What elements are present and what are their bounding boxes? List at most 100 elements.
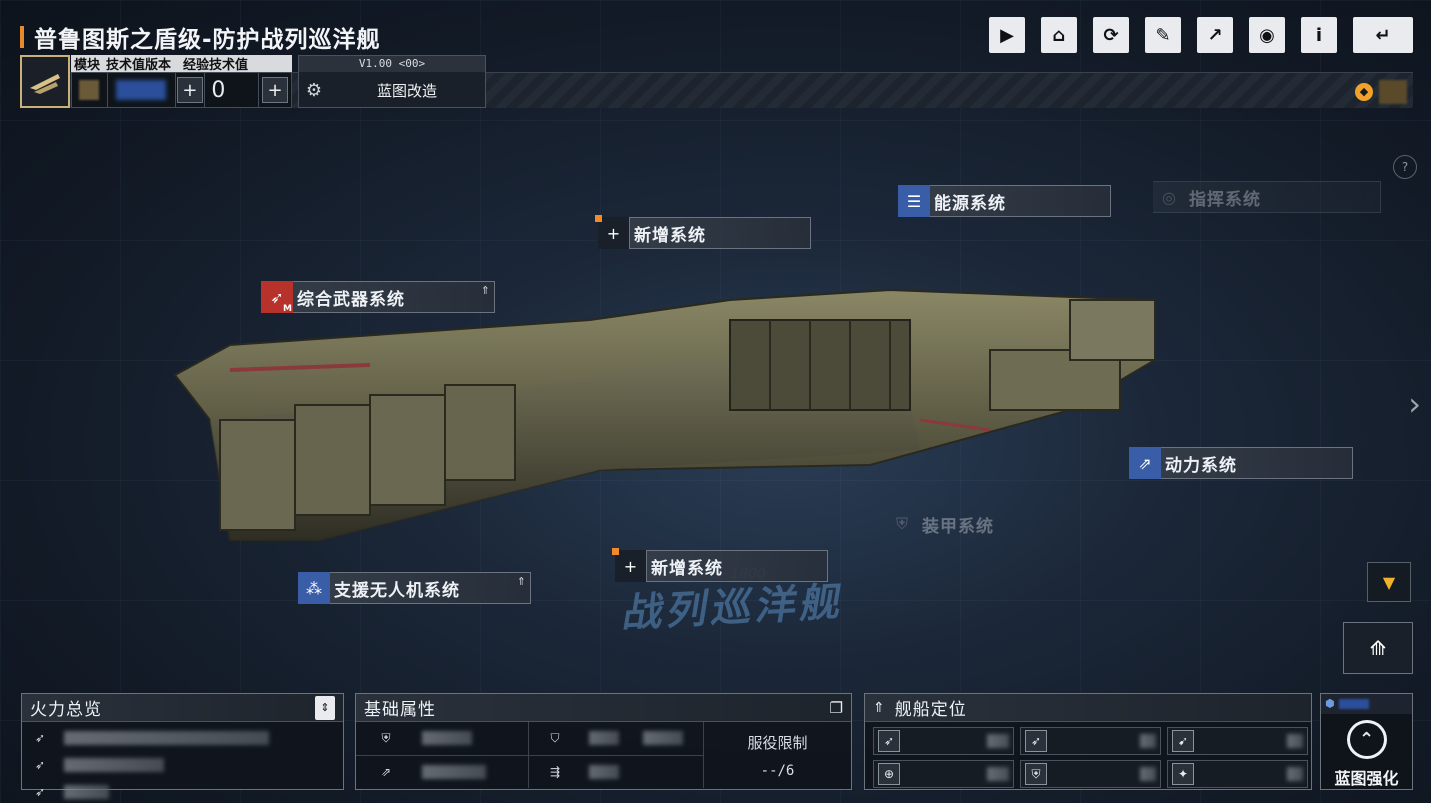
firepower-row: ➶ bbox=[30, 755, 335, 775]
system-command-label: 指挥系统 bbox=[1189, 189, 1261, 210]
missile-icon: ➶ bbox=[34, 785, 46, 799]
rank-button[interactable]: ⟰ bbox=[1343, 622, 1413, 674]
power-icon: ⇗ bbox=[1129, 447, 1161, 479]
triangle-down-icon: ▼ bbox=[1382, 572, 1396, 592]
system-drone-label: 支援无人机系统 bbox=[334, 580, 460, 601]
info-header-row: 模块 技术值版本 经验技术值 bbox=[71, 55, 292, 73]
support-icon: ✦ bbox=[1172, 763, 1194, 785]
drone-icon: ⁂ bbox=[298, 572, 330, 604]
blueprint-icon[interactable]: ⌂ bbox=[1041, 17, 1077, 53]
ship-title: 普鲁图斯之盾级-防护战列巡洋舰 bbox=[34, 27, 381, 53]
module-thumb bbox=[72, 73, 108, 107]
system-armor-label: 装甲系统 bbox=[922, 516, 994, 537]
view-icon[interactable]: ◉ bbox=[1249, 17, 1285, 53]
system-armor[interactable]: ⛨ 装甲系统 bbox=[886, 508, 1096, 540]
exp-plus-cell: + bbox=[259, 73, 291, 107]
attack-icon: ➶ bbox=[878, 730, 900, 752]
system-weapons[interactable]: ➶ M 综合武器系统 ⇑ bbox=[261, 281, 495, 314]
add-tech-button[interactable]: + bbox=[176, 77, 203, 103]
system-new-1-label: 新增系统 bbox=[634, 225, 706, 246]
shield-value-2 bbox=[643, 731, 683, 746]
expand-down-button[interactable]: ▼ bbox=[1367, 562, 1411, 602]
chevron-right-icon[interactable]: › bbox=[1408, 385, 1421, 423]
weapons-badge: M bbox=[283, 304, 292, 314]
missile-icon: ➶ bbox=[34, 731, 46, 745]
system-command[interactable]: ◎ 指挥系统 bbox=[1153, 181, 1381, 213]
paint-icon[interactable]: ✎ bbox=[1145, 17, 1181, 53]
system-power[interactable]: ⇗ 动力系统 bbox=[1129, 447, 1353, 479]
attr-row: ⛨ bbox=[356, 722, 528, 756]
help-icon[interactable]: ? bbox=[1393, 155, 1417, 179]
attr-row: ⇶ bbox=[529, 756, 703, 789]
firepower-toggle-icon[interactable]: ⇕ bbox=[315, 695, 335, 720]
refresh-icon[interactable]: ⟳ bbox=[1093, 17, 1129, 53]
collapse-icon[interactable]: ⇑ bbox=[481, 284, 490, 297]
target-icon: ⊕ bbox=[878, 763, 900, 785]
back-icon[interactable]: ↵ bbox=[1353, 17, 1413, 53]
enhance-chevron-icon: ⌃ bbox=[1346, 719, 1387, 759]
info-value-row: + 0 + bbox=[71, 72, 292, 108]
system-energy[interactable]: ☰ 能源系统 bbox=[898, 185, 1111, 217]
position-cell: ⊕ bbox=[873, 760, 1014, 788]
ship-class-logo bbox=[20, 55, 70, 108]
position-cell: ✦ bbox=[1167, 760, 1308, 788]
share-icon[interactable]: ↗ bbox=[1197, 17, 1233, 53]
command-icon: ◎ bbox=[1162, 187, 1176, 207]
system-weapons-label: 综合武器系统 bbox=[297, 289, 405, 310]
warp-icon: ⇶ bbox=[549, 764, 561, 779]
info-header-module: 模块 bbox=[74, 58, 101, 73]
collapse-icon[interactable]: ⇑ bbox=[517, 575, 526, 588]
camera-icon[interactable]: ▶ bbox=[989, 17, 1025, 53]
exp-value: 0 bbox=[205, 73, 260, 107]
currency-value bbox=[1379, 80, 1407, 104]
basic-attributes-panel: 基础属性 ❐ ⛨ ⇗ ⛉ ⇶ 服役限制 --/6 bbox=[355, 693, 852, 790]
ship-position-title: 舰船定位 bbox=[894, 700, 967, 720]
top-toolbar: ▶ ⌂ ⟳ ✎ ↗ ◉ i ↵ bbox=[989, 17, 1413, 53]
title-bar: 普鲁图斯之盾级-防护战列巡洋舰 bbox=[20, 22, 381, 53]
tech-version-value bbox=[108, 73, 176, 107]
armor-shield-icon: ⛨ bbox=[381, 730, 391, 745]
firepower-row: ➶ bbox=[30, 782, 335, 802]
title-accent bbox=[20, 26, 24, 48]
tech-plus-cell: + bbox=[176, 73, 206, 107]
system-power-label: 动力系统 bbox=[1165, 455, 1237, 476]
ship-logo-icon bbox=[30, 73, 60, 94]
system-new-1[interactable]: + 新增系统 bbox=[595, 215, 811, 249]
position-cell: ➶ bbox=[1020, 727, 1161, 755]
new-indicator bbox=[595, 215, 602, 222]
system-new-2[interactable]: + 新增系统 bbox=[612, 548, 828, 582]
currency-icon: ◆ bbox=[1355, 83, 1373, 101]
armor-value bbox=[422, 731, 472, 746]
enhance-level bbox=[1338, 698, 1369, 709]
ship-position-panel: ⇑ 舰船定位 ➶ ➶ ➹ ⊕ ⛨ ✦ bbox=[864, 693, 1312, 790]
attr-col-1: ⛨ ⇗ bbox=[356, 722, 529, 788]
blueprint-enhance-label: 蓝图强化 bbox=[1334, 769, 1399, 788]
firepower-value bbox=[64, 731, 269, 745]
service-limit-value: --/6 bbox=[760, 762, 795, 779]
position-icon: ⇑ bbox=[873, 699, 885, 716]
position-value bbox=[1140, 767, 1156, 781]
expand-window-icon[interactable]: ❐ bbox=[830, 699, 843, 717]
system-energy-label: 能源系统 bbox=[934, 193, 1006, 214]
missile-icon: ➶ bbox=[34, 758, 46, 772]
info-icon[interactable]: i bbox=[1301, 17, 1337, 53]
blueprint-enhance-button[interactable]: ⬢ ⌃ 蓝图强化 bbox=[1320, 693, 1413, 790]
rank-icon: ⟰ bbox=[1369, 636, 1387, 660]
position-value bbox=[1287, 767, 1303, 781]
position-value bbox=[1287, 734, 1303, 748]
add-system-icon: + bbox=[598, 217, 630, 249]
firepower-value bbox=[64, 785, 109, 799]
blueprint-mod-button[interactable]: V1.00 <00> ⚙ 蓝图改造 bbox=[298, 55, 486, 108]
system-drone[interactable]: ⁂ 支援无人机系统 ⇑ bbox=[298, 572, 531, 604]
speed-icon: ⇗ bbox=[380, 764, 392, 779]
armor-shield-icon: ⛨ bbox=[895, 514, 908, 533]
add-exp-button[interactable]: + bbox=[262, 77, 289, 103]
firepower-title: 火力总览 bbox=[30, 700, 102, 720]
enhance-header: ⬢ bbox=[1321, 694, 1412, 714]
firepower-panel: 火力总览 ⇕ ➶ ➶ ➶ bbox=[21, 693, 344, 799]
missile-icon: ➶ M bbox=[261, 281, 293, 314]
attr-row: ⛉ bbox=[529, 722, 703, 756]
new-indicator bbox=[612, 548, 619, 555]
position-value bbox=[987, 767, 1009, 781]
warp-value bbox=[589, 764, 619, 779]
